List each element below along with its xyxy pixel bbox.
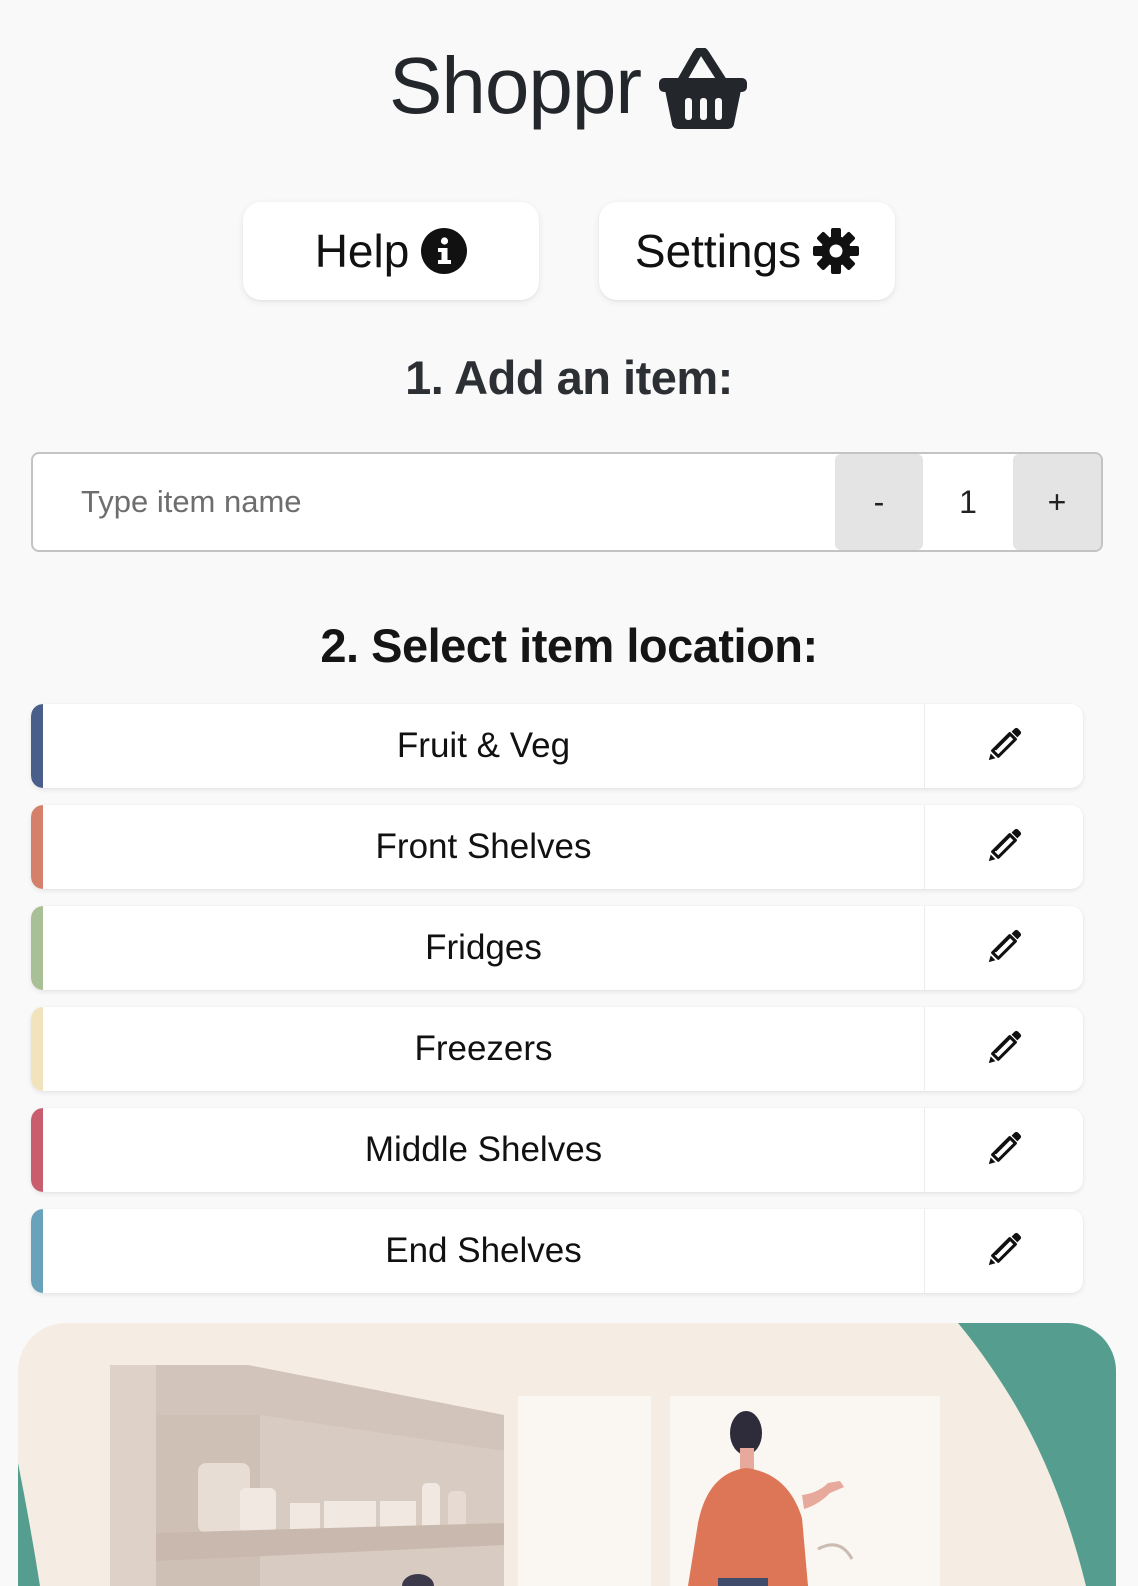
store-illustration-art: [18, 1323, 1116, 1586]
decrement-button[interactable]: -: [835, 454, 923, 550]
location-name[interactable]: Fruit & Veg: [43, 704, 924, 788]
pencil-icon: [985, 826, 1023, 869]
location-color-stripe: [31, 1209, 43, 1293]
location-item[interactable]: Middle Shelves: [31, 1108, 1083, 1192]
edit-location-button[interactable]: [924, 1007, 1083, 1091]
help-button[interactable]: Help: [243, 202, 539, 300]
location-item[interactable]: Fruit & Veg: [31, 704, 1083, 788]
settings-button[interactable]: Settings: [599, 202, 895, 300]
settings-label: Settings: [634, 225, 802, 277]
edit-location-button[interactable]: [924, 906, 1083, 990]
pencil-icon: [985, 1230, 1023, 1273]
location-name[interactable]: End Shelves: [43, 1209, 924, 1293]
app-title: Shoppr: [389, 41, 642, 130]
location-color-stripe: [31, 1007, 43, 1091]
help-label: Help: [314, 225, 410, 277]
pencil-icon: [985, 927, 1023, 970]
item-name-input[interactable]: [33, 454, 835, 550]
location-name[interactable]: Middle Shelves: [43, 1108, 924, 1192]
edit-location-button[interactable]: [924, 1209, 1083, 1293]
select-location-heading: 2. Select item location:: [320, 619, 818, 672]
edit-location-button[interactable]: [924, 1108, 1083, 1192]
location-color-stripe: [31, 1108, 43, 1192]
location-name[interactable]: Freezers: [43, 1007, 924, 1091]
increment-button[interactable]: +: [1013, 454, 1101, 550]
quantity-value: 1: [959, 483, 977, 520]
location-color-stripe: [31, 906, 43, 990]
location-item[interactable]: Front Shelves: [31, 805, 1083, 889]
location-list: Fruit & Veg Front Shelves Fridges Freeze…: [31, 704, 1083, 1310]
location-item[interactable]: Fridges: [31, 906, 1083, 990]
basket-icon: [657, 46, 749, 130]
location-name[interactable]: Fridges: [43, 906, 924, 990]
location-color-stripe: [31, 805, 43, 889]
gear-icon: [813, 228, 860, 274]
pencil-icon: [985, 1129, 1023, 1172]
info-circle-icon: [421, 228, 468, 274]
location-name[interactable]: Front Shelves: [43, 805, 924, 889]
add-item-heading: 1. Add an item:: [405, 351, 733, 404]
location-item[interactable]: Freezers: [31, 1007, 1083, 1091]
edit-location-button[interactable]: [924, 805, 1083, 889]
add-item-row: - 1 +: [31, 452, 1103, 552]
location-item[interactable]: End Shelves: [31, 1209, 1083, 1293]
pencil-icon: [985, 1028, 1023, 1071]
app-header: Shoppr: [0, 42, 1138, 130]
top-buttons: Help Settings: [0, 202, 1138, 300]
location-color-stripe: [31, 704, 43, 788]
pencil-icon: [985, 725, 1023, 768]
edit-location-button[interactable]: [924, 704, 1083, 788]
store-illustration: [18, 1323, 1116, 1586]
